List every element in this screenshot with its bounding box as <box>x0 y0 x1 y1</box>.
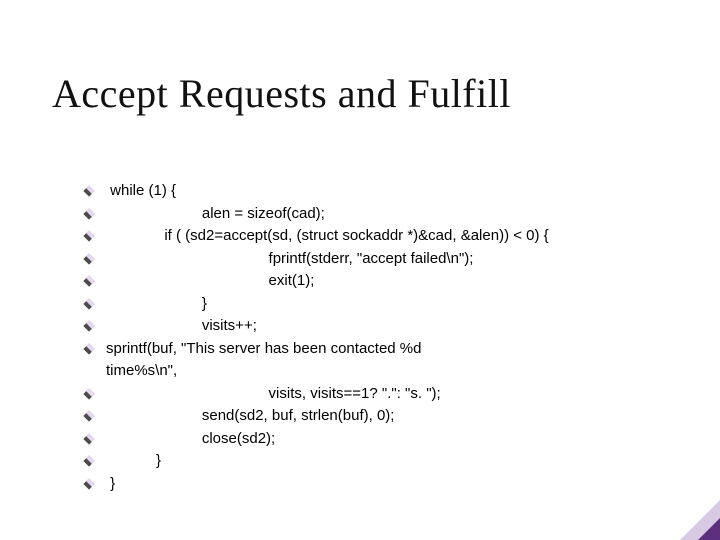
code-line: fprintf(stderr, "accept failed\n"); <box>80 248 690 271</box>
diamond-bullet-icon <box>80 250 98 268</box>
code-line: time%s\n", <box>80 360 690 383</box>
diamond-bullet-icon <box>80 430 98 448</box>
code-text: } <box>106 473 690 496</box>
code-text: visits++; <box>106 315 690 338</box>
diamond-bullet-icon <box>80 452 98 470</box>
code-text: exit(1); <box>106 270 690 293</box>
diamond-bullet-icon <box>80 317 98 335</box>
code-line: visits, visits==1? ".": "s. "); <box>80 383 690 406</box>
code-text: while (1) { <box>106 180 690 203</box>
diamond-bullet-icon <box>80 295 98 313</box>
diamond-bullet-icon <box>80 272 98 290</box>
code-text: time%s\n", <box>106 360 690 383</box>
diamond-bullet-icon <box>80 340 98 358</box>
code-line: } <box>80 293 690 316</box>
slide-body: while (1) { alen = sizeof(cad); if ( (sd… <box>80 180 690 495</box>
code-text: } <box>106 450 690 473</box>
code-text: } <box>106 293 690 316</box>
code-line: if ( (sd2=accept(sd, (struct sockaddr *)… <box>80 225 690 248</box>
diamond-bullet-icon <box>80 407 98 425</box>
diamond-bullet-icon <box>80 227 98 245</box>
slide-title: Accept Requests and Fulfill <box>52 70 511 117</box>
slide: Accept Requests and Fulfill while (1) { … <box>0 0 720 540</box>
code-line: send(sd2, buf, strlen(buf), 0); <box>80 405 690 428</box>
code-line: } <box>80 450 690 473</box>
code-text: alen = sizeof(cad); <box>106 203 690 226</box>
code-line: visits++; <box>80 315 690 338</box>
code-text: close(sd2); <box>106 428 690 451</box>
page-curl-icon <box>680 500 720 540</box>
code-line: } <box>80 473 690 496</box>
code-text: fprintf(stderr, "accept failed\n"); <box>106 248 690 271</box>
code-line: alen = sizeof(cad); <box>80 203 690 226</box>
code-text: if ( (sd2=accept(sd, (struct sockaddr *)… <box>106 225 690 248</box>
code-line: exit(1); <box>80 270 690 293</box>
code-text: send(sd2, buf, strlen(buf), 0); <box>106 405 690 428</box>
diamond-bullet-icon <box>80 385 98 403</box>
code-text: visits, visits==1? ".": "s. "); <box>106 383 690 406</box>
code-line: while (1) { <box>80 180 690 203</box>
code-line: close(sd2); <box>80 428 690 451</box>
diamond-bullet-icon <box>80 205 98 223</box>
code-text: sprintf(buf, "This server has been conta… <box>106 338 690 361</box>
diamond-bullet-icon <box>80 182 98 200</box>
diamond-bullet-icon <box>80 475 98 493</box>
code-line: sprintf(buf, "This server has been conta… <box>80 338 690 361</box>
